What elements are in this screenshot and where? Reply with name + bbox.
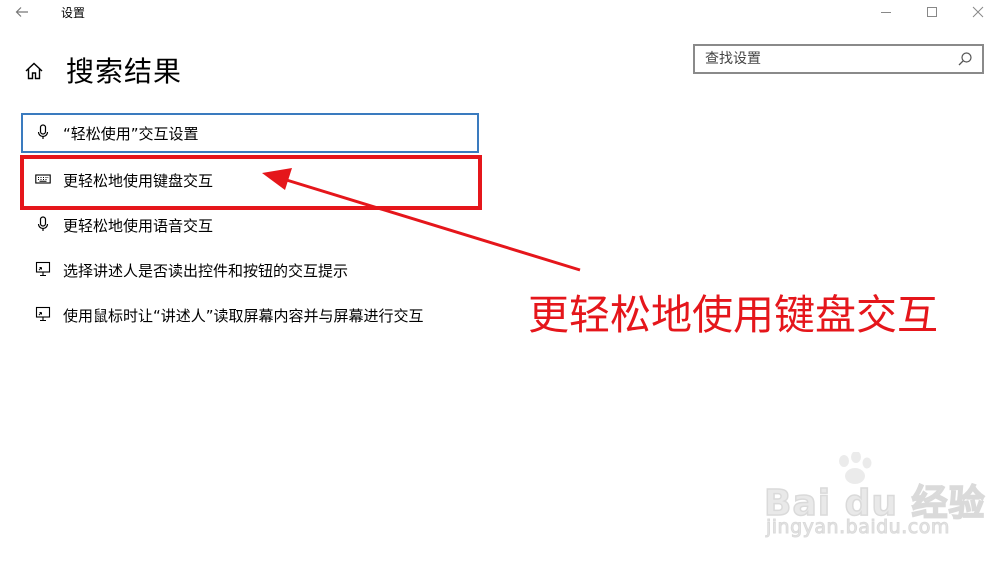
result-item-ease-of-access-interaction[interactable]: “轻松使用”交互设置 <box>21 113 479 153</box>
home-button[interactable] <box>20 58 48 84</box>
close-icon <box>972 6 984 18</box>
narrator-monitor-icon <box>35 306 51 322</box>
page-title: 搜索结果 <box>66 55 183 88</box>
search-box[interactable] <box>693 44 984 74</box>
result-label: 选择讲述人是否读出控件和按钮的交互提示 <box>63 262 349 280</box>
minimize-button[interactable] <box>862 0 908 24</box>
search-icon[interactable] <box>957 51 973 67</box>
result-item-keyboard-interaction[interactable]: 更轻松地使用键盘交互 <box>21 160 479 200</box>
result-label: 更轻松地使用语音交互 <box>63 217 214 235</box>
watermark-url: jingyan.baidu.com <box>766 516 950 539</box>
microphone-icon <box>35 216 51 232</box>
result-item-narrator-hints[interactable]: 选择讲述人是否读出控件和按钮的交互提示 <box>21 250 479 290</box>
back-arrow-icon <box>15 7 28 17</box>
title-bar: 设置 <box>0 0 1000 24</box>
result-label: 更轻松地使用键盘交互 <box>63 172 214 190</box>
app-title: 设置 <box>61 6 86 20</box>
annotation-text: 更轻松地使用键盘交互 <box>528 291 938 339</box>
home-icon <box>25 62 43 80</box>
minimize-icon <box>881 12 891 13</box>
close-button[interactable] <box>954 0 1000 24</box>
baidu-watermark: Bai du 经验 jingyan.baidu.com <box>760 452 985 542</box>
result-label: 使用鼠标时让“讲述人”读取屏幕内容并与屏幕进行交互 <box>63 307 424 325</box>
microphone-icon <box>35 124 51 140</box>
result-label: “轻松使用”交互设置 <box>63 125 199 143</box>
maximize-button[interactable] <box>908 0 954 24</box>
narrator-monitor-icon <box>35 261 51 277</box>
search-input[interactable] <box>705 50 945 68</box>
keyboard-icon <box>35 171 51 187</box>
maximize-icon <box>927 7 937 17</box>
result-item-speech-interaction[interactable]: 更轻松地使用语音交互 <box>21 205 479 245</box>
back-button[interactable] <box>6 1 38 23</box>
result-item-narrator-mouse[interactable]: 使用鼠标时让“讲述人”读取屏幕内容并与屏幕进行交互 <box>21 295 479 335</box>
